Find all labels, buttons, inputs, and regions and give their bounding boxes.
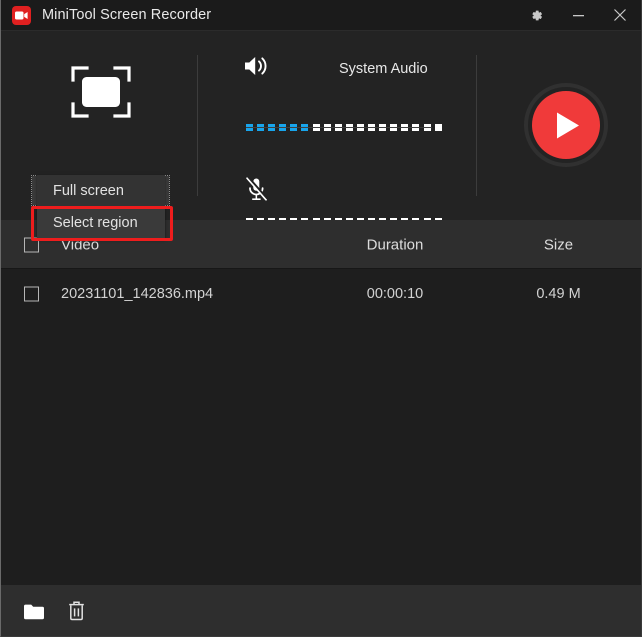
- select-all-checkbox[interactable]: [24, 237, 39, 252]
- cell-video-name: 20231101_142836.mp4: [61, 286, 214, 302]
- dropdown-option-full-screen[interactable]: Full screen: [37, 175, 165, 207]
- dropdown-option-select-region[interactable]: Select region: [37, 207, 165, 239]
- close-icon[interactable]: [599, 0, 641, 31]
- column-header-size[interactable]: Size: [481, 236, 636, 253]
- trash-icon[interactable]: [55, 594, 97, 628]
- speaker-on-icon[interactable]: [244, 55, 269, 77]
- folder-icon[interactable]: [13, 594, 55, 628]
- bottom-toolbar: [1, 585, 641, 636]
- minimize-icon[interactable]: [557, 0, 599, 31]
- capture-frame-icon[interactable]: [71, 66, 131, 118]
- record-button[interactable]: [524, 83, 608, 167]
- capture-mode-dropdown[interactable]: Full screen Select region: [37, 175, 165, 239]
- system-audio-label: System Audio: [339, 61, 428, 77]
- play-triangle-icon: [557, 112, 579, 138]
- video-camera-icon: [12, 5, 31, 25]
- column-header-duration[interactable]: Duration: [301, 236, 489, 253]
- window-title: MiniTool Screen Recorder: [42, 7, 212, 23]
- app-window: MiniTool Screen Recorder System Audio Vi…: [0, 0, 642, 637]
- cell-size: 0.49 M: [536, 286, 581, 302]
- window-controls: [515, 0, 641, 30]
- audio-section-divider: [246, 127, 432, 128]
- microphone-muted-icon[interactable]: [245, 177, 269, 202]
- recordings-table-body: 20231101_142836.mp4 00:00:10 0.49 M: [1, 270, 641, 585]
- panel-divider-left: [197, 55, 198, 196]
- title-bar: MiniTool Screen Recorder: [1, 0, 641, 31]
- record-button-inner: [532, 91, 600, 159]
- gear-icon[interactable]: [515, 0, 557, 31]
- table-row[interactable]: 20231101_142836.mp4 00:00:10 0.49 M: [1, 270, 641, 318]
- cell-duration: 00:00:10: [366, 286, 424, 302]
- panel-divider-right: [476, 55, 477, 196]
- level-segment: [434, 124, 442, 131]
- row-checkbox[interactable]: [24, 286, 39, 302]
